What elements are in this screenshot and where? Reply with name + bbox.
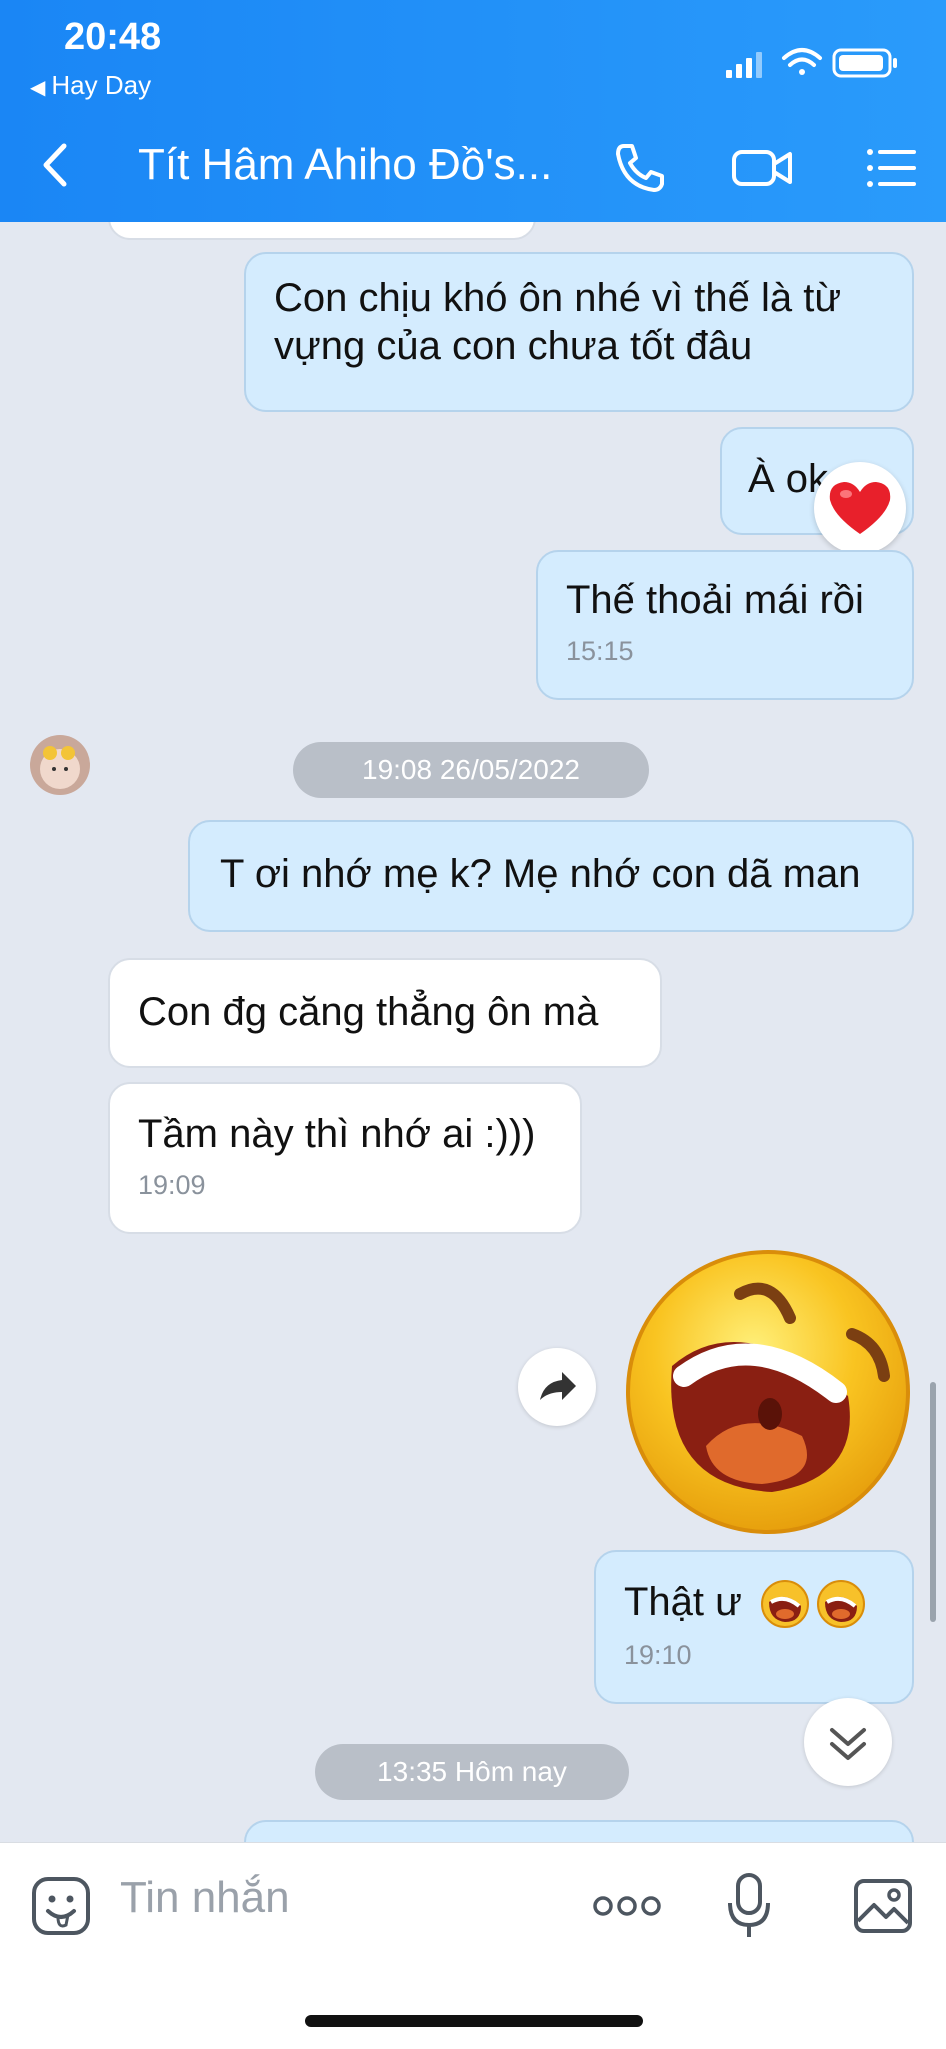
message-text: Thế thoải mái rồi	[566, 578, 864, 622]
wifi-icon	[782, 48, 822, 75]
outgoing-message[interactable]	[244, 1820, 914, 1842]
heart-reaction-icon[interactable]	[814, 462, 906, 554]
status-time: 20:48	[64, 16, 162, 58]
signal-icon	[726, 52, 762, 78]
back-chevron-icon[interactable]	[36, 140, 76, 190]
laughing-emoji-icon	[761, 1580, 810, 1629]
outgoing-message[interactable]: Thật ư 19:10	[594, 1550, 914, 1704]
message-time: 19:09	[138, 1170, 206, 1200]
more-icon[interactable]	[592, 1891, 662, 1921]
status-icons	[726, 48, 897, 78]
home-indicator[interactable]	[305, 2015, 643, 2027]
battery-icon	[832, 48, 897, 78]
date-separator: 19:08 26/05/2022	[293, 742, 649, 798]
back-triangle-icon: ◀	[30, 77, 46, 99]
outgoing-message[interactable]: Thế thoải mái rồi 15:15	[536, 550, 914, 700]
message-time: 15:15	[566, 636, 634, 666]
microphone-icon[interactable]	[726, 1871, 772, 1941]
avatar[interactable]	[30, 735, 90, 795]
header: 20:48 ◀ Hay Day Tít Hâm Ahiho Đồ's...	[0, 0, 946, 222]
message-text: T ơi nhớ mẹ k? Mẹ nhớ con dã man	[220, 852, 861, 896]
laughing-sticker[interactable]	[622, 1246, 914, 1538]
chat-area[interactable]: Con chịu khó ôn nhé vì thế là từ vựng củ…	[0, 222, 946, 1842]
message-input[interactable]: Tin nhắn	[120, 1873, 290, 1923]
incoming-message[interactable]: Con đg căng thẳng ôn mà	[108, 958, 662, 1068]
video-call-icon[interactable]	[730, 138, 796, 198]
scroll-down-icon[interactable]	[804, 1698, 892, 1786]
message-text: Con đg căng thẳng ôn mà	[138, 990, 599, 1034]
outgoing-message[interactable]: T ơi nhớ mẹ k? Mẹ nhớ con dã man	[188, 820, 914, 932]
phone-icon[interactable]	[610, 138, 670, 198]
date-separator: 13:35 Hôm nay	[315, 1744, 629, 1800]
message-time: 19:10	[624, 1640, 692, 1671]
incoming-message[interactable]: Tầm này thì nhớ ai :))) 19:09	[108, 1082, 582, 1234]
message-text: Con chịu khó ôn nhé vì thế là từ vựng củ…	[274, 276, 842, 368]
outgoing-message[interactable]: Con chịu khó ôn nhé vì thế là từ vựng củ…	[244, 252, 914, 412]
share-icon[interactable]	[518, 1348, 596, 1426]
composer: Tin nhắn	[0, 1842, 946, 2049]
scrollbar[interactable]	[930, 1382, 936, 1622]
message-text: Thật ư	[624, 1578, 884, 1629]
message-text: Tầm này thì nhớ ai :)))	[138, 1112, 536, 1156]
conversation-title[interactable]: Tít Hâm Ahiho Đồ's...	[138, 140, 552, 190]
menu-list-icon[interactable]	[862, 138, 922, 198]
image-icon[interactable]	[852, 1877, 914, 1935]
back-to-app-link[interactable]: ◀ Hay Day	[30, 70, 151, 101]
message-text-content: Thật ư	[624, 1580, 742, 1624]
back-app-label: Hay Day	[51, 70, 152, 100]
laughing-emoji-icon	[817, 1580, 866, 1629]
sticker-icon[interactable]	[30, 1875, 92, 1937]
previous-message-bubble[interactable]	[108, 222, 536, 240]
